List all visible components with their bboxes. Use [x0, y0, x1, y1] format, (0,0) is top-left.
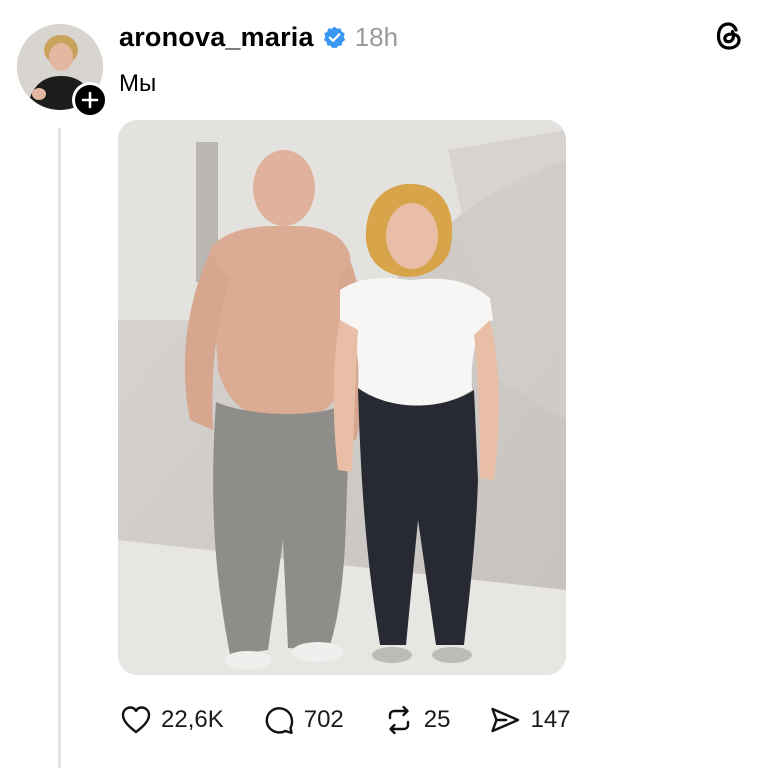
repost-count: 25 [423, 706, 451, 733]
repost-icon [388, 705, 409, 735]
post-time: 18h [354, 21, 399, 52]
reply-button[interactable]: 702 [262, 703, 344, 737]
threads-logo-icon[interactable] [713, 19, 745, 53]
thread-line [58, 128, 61, 768]
like-button[interactable]: 22,6K [119, 703, 224, 737]
plus-icon [81, 91, 99, 109]
reply-count: 702 [303, 706, 344, 733]
share-count: 147 [530, 706, 571, 733]
follow-button[interactable] [72, 82, 108, 118]
post-caption: Мы [119, 70, 157, 97]
share-button[interactable]: 147 [488, 703, 571, 737]
post-photo[interactable] [118, 120, 566, 675]
verified-badge-icon [323, 26, 345, 48]
post-actions: 22,6K 702 25 147 [119, 700, 609, 740]
heart-icon [121, 706, 151, 734]
username[interactable]: aronova_maria [119, 22, 314, 53]
post-header: aronova_maria 18h [119, 20, 398, 54]
share-icon [491, 707, 520, 733]
comment-icon [265, 707, 293, 734]
repost-button[interactable]: 25 [382, 703, 451, 737]
photo-image [118, 120, 566, 675]
like-count: 22,6K [161, 706, 224, 733]
